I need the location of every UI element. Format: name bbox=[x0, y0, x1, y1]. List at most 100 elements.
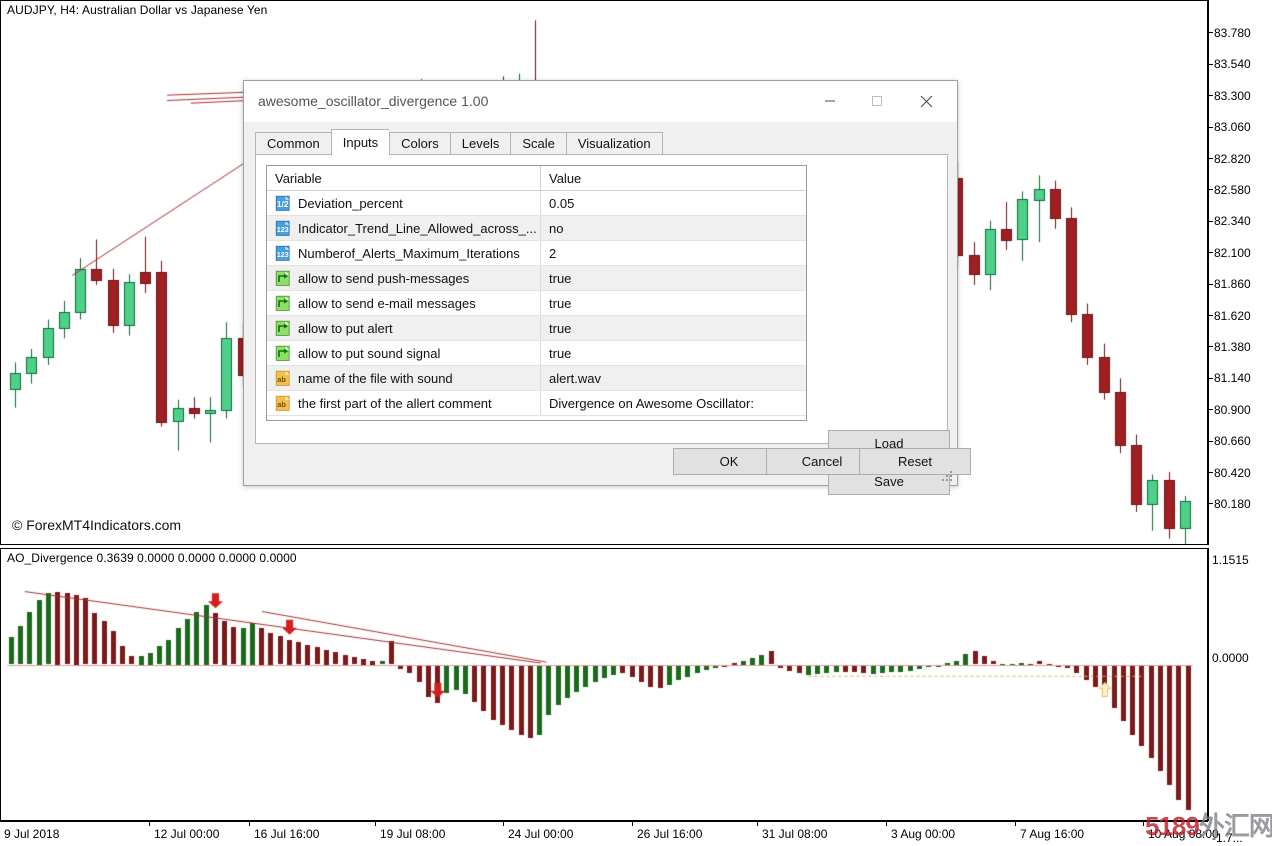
svg-text:123: 123 bbox=[277, 250, 289, 259]
time-axis-tick-label: 10 Aug 08:00 bbox=[1148, 827, 1219, 841]
price-y-axis[interactable]: 83.780 83.540 83.300 83.060 82.820 82.580 82.3… bbox=[1208, 0, 1272, 545]
parameter-value-label: true bbox=[549, 345, 572, 361]
parameter-value-label: true bbox=[549, 320, 572, 336]
time-axis-tick: 31 Jul 08:00 bbox=[756, 821, 827, 841]
parameter-value-cell[interactable]: true bbox=[541, 316, 806, 340]
parameter-name-cell[interactable]: allow to put sound signal bbox=[267, 341, 541, 365]
price-axis-tick: 80.660 bbox=[1208, 435, 1251, 447]
parameter-value-cell[interactable]: alert.wav bbox=[541, 366, 806, 390]
svg-text:ab: ab bbox=[277, 400, 286, 409]
time-axis-tick: 16 Jul 16:00 bbox=[248, 821, 319, 841]
price-axis-tick: 82.340 bbox=[1208, 215, 1251, 227]
parameter-value-label: true bbox=[549, 270, 572, 286]
table-row[interactable]: allow to put sound signal true bbox=[267, 341, 806, 366]
time-axis-tick-label: 19 Jul 08:00 bbox=[380, 827, 446, 841]
parameter-value-label: no bbox=[549, 220, 564, 236]
dialog-tabstrip[interactable]: Common Inputs Colors Levels Scale Visualizati… bbox=[255, 129, 663, 156]
price-axis-tick-label: 82.340 bbox=[1214, 214, 1251, 229]
parameter-name-label: name of the file with sound bbox=[298, 370, 453, 386]
parameter-name-cell[interactable]: ab name of the file with sound bbox=[267, 366, 541, 390]
minimize-icon[interactable] bbox=[807, 81, 853, 121]
time-axis-tick: 7 Aug 16:00 bbox=[1014, 821, 1084, 841]
parameter-name-cell[interactable]: 123 Indicator_Trend_Line_Allowed_across_.… bbox=[267, 216, 541, 240]
close-icon[interactable] bbox=[903, 81, 949, 121]
tab-label: Inputs bbox=[342, 135, 379, 150]
table-row[interactable]: allow to send e-mail messages true bbox=[267, 291, 806, 316]
column-header-value: Value bbox=[541, 166, 806, 190]
price-axis-tick: 83.300 bbox=[1208, 90, 1251, 102]
tab-levels[interactable]: Levels bbox=[449, 132, 511, 155]
boolean-arrow-icon bbox=[275, 345, 292, 362]
tab-common[interactable]: Common bbox=[255, 132, 331, 155]
price-axis-tick: 80.420 bbox=[1208, 467, 1251, 479]
price-axis-tick: 81.140 bbox=[1208, 372, 1251, 384]
parameter-name-cell[interactable]: allow to send e-mail messages bbox=[267, 291, 541, 315]
time-axis-tick: 3 Aug 00:00 bbox=[885, 821, 955, 841]
table-row[interactable]: allow to put alert true bbox=[267, 316, 806, 341]
price-axis-tick: 80.900 bbox=[1208, 404, 1251, 416]
table-row[interactable]: ab name of the file with sound alert.wav bbox=[267, 366, 806, 391]
ao-axis-line bbox=[1208, 548, 1209, 821]
parameter-name-label: Numberof_Alerts_Maximum_Iterations bbox=[298, 245, 520, 261]
ao-indicator-pane[interactable]: AO_Divergence 0.3639 0.0000 0.0000 0.000… bbox=[0, 548, 1208, 821]
parameter-value-cell[interactable]: 2 bbox=[541, 241, 806, 265]
price-axis-tick-label: 81.860 bbox=[1214, 277, 1251, 292]
tab-visualization[interactable]: Visualization bbox=[565, 132, 663, 155]
price-axis-tick: 83.060 bbox=[1208, 121, 1251, 133]
reset-button[interactable]: Reset bbox=[859, 448, 971, 475]
tab-label: Common bbox=[267, 136, 320, 151]
parameter-name-cell[interactable]: 123 Numberof_Alerts_Maximum_Iterations bbox=[267, 241, 541, 265]
dialog-titlebar[interactable]: awesome_oscillator_divergence 1.00 bbox=[244, 81, 957, 123]
parameter-name-label: Deviation_percent bbox=[298, 195, 403, 211]
parameter-value-label: true bbox=[549, 295, 572, 311]
price-chart-title: AUDJPY, H4: Australian Dollar vs Japanes… bbox=[7, 3, 268, 17]
parameter-value-cell[interactable]: 0.05 bbox=[541, 191, 806, 215]
parameter-value-cell[interactable]: true bbox=[541, 341, 806, 365]
price-axis-tick: 81.620 bbox=[1208, 310, 1251, 322]
parameter-value-cell[interactable]: true bbox=[541, 291, 806, 315]
ao-axis-tick-label: 1.1515 bbox=[1212, 553, 1249, 567]
ao-y-axis[interactable]: 1.1515 0.0000 -1.7... bbox=[1208, 548, 1272, 844]
parameter-name-cell[interactable]: allow to put alert bbox=[267, 316, 541, 340]
table-row[interactable]: 1/2 Deviation_percent 0.05 bbox=[267, 191, 806, 216]
price-axis-tick-label: 83.300 bbox=[1214, 88, 1251, 103]
price-axis-tick-label: 81.620 bbox=[1214, 308, 1251, 323]
table-row[interactable]: allow to send push-messages true bbox=[267, 266, 806, 291]
resize-grip[interactable] bbox=[942, 471, 954, 483]
table-row[interactable]: 123 Numberof_Alerts_Maximum_Iterations 2 bbox=[267, 241, 806, 266]
parameter-name-cell[interactable]: ab the first part of the allert comment bbox=[267, 391, 541, 415]
price-axis-tick-label: 83.780 bbox=[1214, 26, 1251, 40]
price-axis-tick-label: 81.380 bbox=[1214, 340, 1251, 354]
parameter-name-cell[interactable]: 1/2 Deviation_percent bbox=[267, 191, 541, 215]
parameters-table[interactable]: Variable Value 1/2 Deviation_percent 0.05 123… bbox=[266, 165, 807, 421]
time-axis[interactable]: 9 Jul 2018 12 Jul 00:00 16 Jul 16:00 19 Jul… bbox=[0, 821, 1219, 846]
parameter-value-label: alert.wav bbox=[549, 370, 602, 386]
tab-inputs[interactable]: Inputs bbox=[330, 129, 390, 156]
tab-colors[interactable]: Colors bbox=[389, 132, 450, 155]
tab-scale[interactable]: Scale bbox=[510, 132, 566, 155]
ao-histogram-canvas bbox=[1, 549, 1207, 820]
time-axis-tick: 26 Jul 16:00 bbox=[631, 821, 702, 841]
price-axis-tick: 80.180 bbox=[1208, 498, 1251, 510]
maximize-icon[interactable] bbox=[854, 81, 900, 121]
string-ab-icon: ab bbox=[275, 395, 292, 412]
parameter-value-cell[interactable]: no bbox=[541, 216, 806, 240]
price-axis-tick-label: 83.540 bbox=[1214, 57, 1251, 72]
time-axis-tick: 19 Jul 08:00 bbox=[374, 821, 446, 841]
indicator-properties-dialog[interactable]: awesome_oscillator_divergence 1.00 Commo… bbox=[243, 80, 971, 495]
svg-text:1/2: 1/2 bbox=[277, 199, 289, 209]
svg-text:123: 123 bbox=[277, 225, 289, 234]
parameter-value-cell[interactable]: Divergence on Awesome Oscillator: bbox=[541, 391, 806, 415]
parameter-name-cell[interactable]: allow to send push-messages bbox=[267, 266, 541, 290]
integer-123-icon: 123 bbox=[275, 220, 292, 237]
time-axis-tick: 12 Jul 00:00 bbox=[148, 821, 219, 841]
table-row[interactable]: 123 Indicator_Trend_Line_Allowed_across_.… bbox=[267, 216, 806, 241]
time-axis-tick: 9 Jul 2018 bbox=[4, 827, 59, 841]
price-axis-tick: 82.100 bbox=[1208, 247, 1251, 259]
inputs-tab-page: Variable Value 1/2 Deviation_percent 0.05 123… bbox=[255, 154, 950, 495]
ao-axis-tick: 0.0000 bbox=[1212, 652, 1249, 664]
table-row[interactable]: ab the first part of the allert comment Di… bbox=[267, 391, 806, 416]
time-axis-tick-label: 9 Jul 2018 bbox=[4, 827, 60, 841]
parameter-value-cell[interactable]: true bbox=[541, 266, 806, 290]
price-axis-tick-label: 80.900 bbox=[1214, 402, 1251, 417]
